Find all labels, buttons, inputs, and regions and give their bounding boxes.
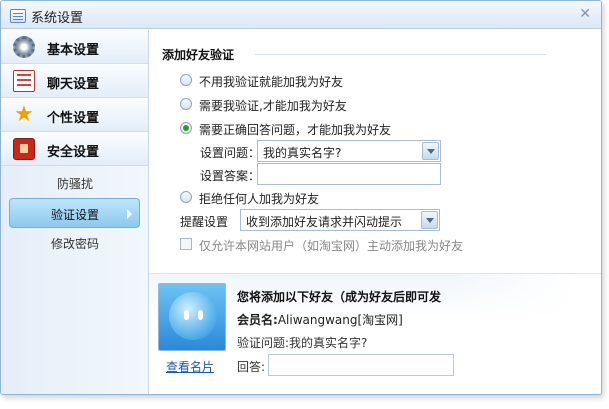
answer-input[interactable] <box>257 163 441 185</box>
question-select[interactable]: 我的真实名字? <box>257 140 441 162</box>
sidebar-item-security-settings[interactable]: 安全设置 <box>1 132 148 166</box>
wangwang-mascot-icon <box>169 292 217 340</box>
sidebar-subitem-label: 防骚扰 <box>56 177 93 191</box>
preview-title: 您将添加以下好友（成为好友后即可发 <box>237 290 442 304</box>
settings-sidebar: 基本设置 聊天设置 ★ 个性设置 安全设置 防骚扰 验证设置 修改密码 <box>1 30 149 394</box>
sidebar-item-label: 安全设置 <box>47 145 100 160</box>
option-label: 不用我验证就能加我为好友 <box>199 75 344 89</box>
question-dropdown-button[interactable] <box>422 142 439 160</box>
sidebar-subitem-anti-harassment[interactable]: 防骚扰 <box>1 168 148 198</box>
preview-fade-overlay <box>451 274 601 394</box>
preview-member: 会员名:Aliwangwang[淘宝网] <box>237 311 403 328</box>
gear-icon <box>13 36 35 58</box>
verification-settings-panel: 添加好友验证 不用我验证就能加我为好友 需要我验证,才能加我为好友 需要正确回答… <box>150 30 601 394</box>
lock-icon <box>13 138 35 160</box>
sidebar-item-label: 基本设置 <box>47 43 100 58</box>
sidebar-subitem-label: 修改密码 <box>50 237 99 251</box>
add-friend-preview: 查看名片 您将添加以下好友（成为好友后即可发 会员名:Aliwangwang[淘… <box>150 273 601 394</box>
option-label: 需要我验证,才能加我为好友 <box>199 99 347 113</box>
radio-no-verify[interactable] <box>180 74 192 86</box>
section-divider <box>255 54 546 55</box>
chat-icon <box>13 70 35 92</box>
sidebar-item-chat-settings[interactable]: 聊天设置 <box>1 64 148 98</box>
system-settings-window: 系统设置 ✕ 基本设置 聊天设置 ★ 个性设置 安全设置 防骚扰 验证设置 修改… <box>0 0 602 395</box>
sidebar-subitem-label: 验证设置 <box>50 208 99 222</box>
option-label: 需要正确回答问题，才能加我为好友 <box>199 123 392 137</box>
question-label: 设置问题： <box>200 146 261 160</box>
close-icon[interactable]: ✕ <box>579 6 591 22</box>
member-label: 会员名: <box>237 313 278 327</box>
member-value: Aliwangwang[淘宝网] <box>277 313 403 327</box>
window-title: 系统设置 <box>31 11 84 26</box>
sidebar-item-basic-settings[interactable]: 基本设置 <box>1 30 148 64</box>
preview-answer-label: 回答: <box>237 360 266 374</box>
window-app-icon <box>10 9 26 23</box>
view-card-link[interactable]: 查看名片 <box>166 358 214 375</box>
option-label: 仅允许本网站用户（如淘宝网）主动添加我为好友 <box>199 239 464 253</box>
preview-answer-input <box>268 354 454 376</box>
remind-select[interactable]: 收到添加好友请求并闪动提示 <box>240 209 440 231</box>
radio-need-verify[interactable] <box>180 98 192 110</box>
sidebar-subitem-verification-settings[interactable]: 验证设置 <box>9 198 140 228</box>
avatar <box>158 283 226 351</box>
remind-label: 提醒设置 <box>180 215 229 229</box>
remind-dropdown-button[interactable] <box>421 211 438 229</box>
sidebar-item-label: 个性设置 <box>47 111 100 126</box>
remind-value: 收到添加好友请求并闪动提示 <box>246 215 403 229</box>
preview-question: 验证问题:我的真实名字? <box>237 336 368 350</box>
sidebar-item-personal-settings[interactable]: ★ 个性设置 <box>1 98 148 132</box>
radio-refuse-all[interactable] <box>180 191 192 203</box>
chevron-down-icon <box>426 218 434 223</box>
chevron-down-icon <box>427 149 435 154</box>
star-icon: ★ <box>14 102 34 127</box>
radio-need-answer[interactable] <box>180 122 192 134</box>
answer-label: 设置答案： <box>200 169 261 183</box>
site-users-checkbox[interactable] <box>180 238 192 250</box>
arrow-right-icon <box>127 209 132 219</box>
question-value: 我的真实名字? <box>263 146 342 160</box>
section-title: 添加好友验证 <box>162 48 235 62</box>
sidebar-subitem-change-password[interactable]: 修改密码 <box>1 228 148 258</box>
option-label: 拒绝任何人加我为好友 <box>199 192 320 206</box>
sidebar-item-label: 聊天设置 <box>47 77 100 92</box>
title-bar: 系统设置 ✕ <box>1 1 601 29</box>
